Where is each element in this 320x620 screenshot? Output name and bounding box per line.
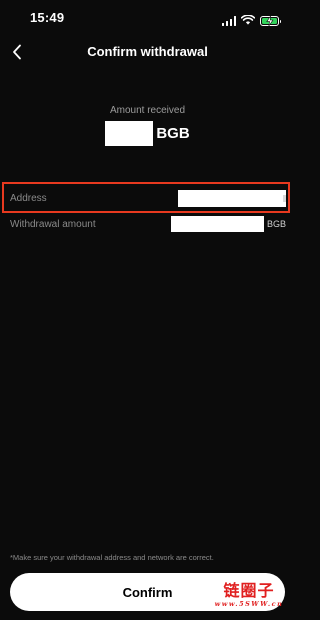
amount-received-row: BGB: [0, 121, 295, 146]
withdrawal-amount-label: Withdrawal amount: [10, 218, 96, 230]
amount-received-unit: BGB: [156, 125, 190, 142]
amount-received-label: Amount received: [109, 105, 186, 116]
address-row: Address: [10, 188, 286, 208]
watermark-logo: 链圈子 www.5SWW.cn: [209, 581, 289, 609]
page-title: Confirm withdrawal: [87, 44, 208, 59]
battery-charging-icon: [260, 16, 281, 26]
withdrawal-amount-unit: BGB: [266, 219, 286, 229]
status-icons: [221, 12, 281, 30]
withdrawal-amount-value-redacted: [170, 216, 264, 232]
amount-received-value-redacted: [105, 121, 154, 146]
address-label: Address: [10, 192, 47, 204]
status-bar: 15:49: [0, 0, 295, 36]
watermark-main-text: 链圈子: [223, 581, 275, 600]
withdrawal-amount-row: Withdrawal amount BGB: [10, 215, 286, 233]
signal-icon: [221, 16, 236, 26]
status-time: 15:49: [30, 10, 65, 25]
wifi-icon: [240, 12, 256, 30]
watermark-sub-text: www.5SWW.cn: [214, 600, 284, 608]
header: Confirm withdrawal: [0, 36, 295, 68]
footer-note: *Make sure your withdrawal address and n…: [10, 553, 214, 562]
withdrawal-amount-value: BGB: [170, 216, 286, 232]
address-value-redacted[interactable]: [178, 189, 286, 207]
